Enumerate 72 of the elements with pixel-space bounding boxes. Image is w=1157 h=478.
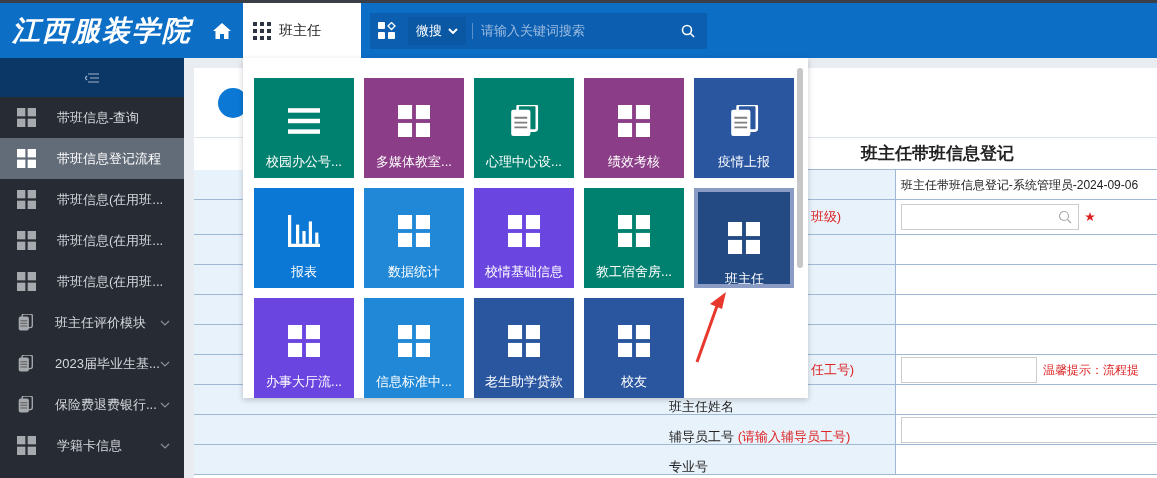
documents-icon [728,105,760,137]
grid-icon [398,325,430,357]
grid-icon [17,190,36,209]
sidebar-item[interactable]: 2023届毕业生基... [0,343,184,384]
search-icon [1057,210,1072,224]
form-value: 班主任带班信息登记-系统管理员-2024-09-06 [900,176,1139,194]
sidebar-item[interactable]: 带班信息(在用班... [0,261,184,302]
grid-icon [288,325,320,357]
grid-icon [398,105,430,137]
arrow [695,292,729,364]
grid-icon [618,325,650,357]
grid-icon [398,215,430,247]
lookup-field[interactable] [900,204,1079,230]
sidebar-item[interactable]: 班主任评价模块 [0,302,184,343]
logo[interactable]: 江西服装学院 [12,9,192,52]
collapse-menu-icon[interactable] [84,72,99,83]
app-tile[interactable]: 心理中心设... [474,78,574,178]
documents-icon [17,396,34,413]
app-tile[interactable]: 教工宿舍房... [584,188,684,288]
search-icon[interactable] [681,23,695,38]
form-label-hint: 班级) [810,208,842,227]
grid-icon [17,108,36,127]
app-tile[interactable]: 疫情上报 [694,78,794,178]
grid-icon [618,215,650,247]
form-label: 专业号 [668,460,708,473]
app-tile[interactable]: 校情基础信息 [474,188,574,288]
app-tile[interactable]: 办事大厅流... [254,298,354,398]
input-field[interactable] [900,416,1157,443]
grid-icon [508,215,540,247]
chevron-down-icon [448,27,458,34]
apps-icon[interactable] [378,21,396,40]
tab[interactable]: 班主任 [243,3,361,58]
list-icon [288,105,320,137]
grid-icon [17,272,36,291]
grid-icon [17,436,36,455]
grid-icon [253,21,271,40]
app-tile[interactable]: 班主任 [694,188,794,288]
app-tile[interactable]: 多媒体教室... [364,78,464,178]
app-tile[interactable]: 老生助学贷款 [474,298,574,398]
form-label: 辅导员工号 [668,430,734,443]
documents-icon [508,105,540,137]
app-tile[interactable]: 校友 [584,298,684,398]
sidebar-item[interactable]: 带班信息登记流程 [0,138,184,179]
app-tile[interactable]: 数据统计 [364,188,464,288]
home-icon[interactable] [212,22,231,39]
sidebar-item[interactable]: 保险费退费银行... [0,384,184,425]
documents-icon [17,355,34,372]
app-tile[interactable]: 绩效考核 [584,78,684,178]
search-scope-dropdown[interactable]: 微搜 [408,16,466,45]
app-tile[interactable]: 报表 [254,188,354,288]
form-title: 班主任带班信息登记 [861,142,1015,165]
hint-text: 温馨提示：流程提 [1042,361,1139,379]
sidebar-item[interactable]: 带班信息(在用班... [0,220,184,261]
form-label-hint: (请输入辅导员工号) [737,430,851,443]
sidebar-item[interactable]: 带班信息(在用班... [0,179,184,220]
grid-icon [17,149,36,168]
app-tile[interactable]: 校园办公号... [254,78,354,178]
sidebar-item[interactable]: 学籍卡信息 [0,425,184,466]
grid-icon [728,222,760,254]
scrollbar[interactable] [797,68,803,268]
search-input[interactable]: 请输入关键词搜索 [481,20,681,41]
grid-icon [508,325,540,357]
grid-icon [17,231,36,250]
input-field[interactable] [900,356,1037,383]
form-label-hint: 任工号) [810,360,855,379]
app-tile[interactable]: 信息标准中... [364,298,464,398]
sidebar-item[interactable]: 带班信息-查询 [0,97,184,138]
form-label: 班主任姓名 [668,400,734,413]
bar-chart-icon [288,215,320,247]
documents-icon [17,314,34,331]
search-field[interactable]: 微搜 请输入关键词搜索 [370,12,707,49]
grid-icon [618,105,650,137]
